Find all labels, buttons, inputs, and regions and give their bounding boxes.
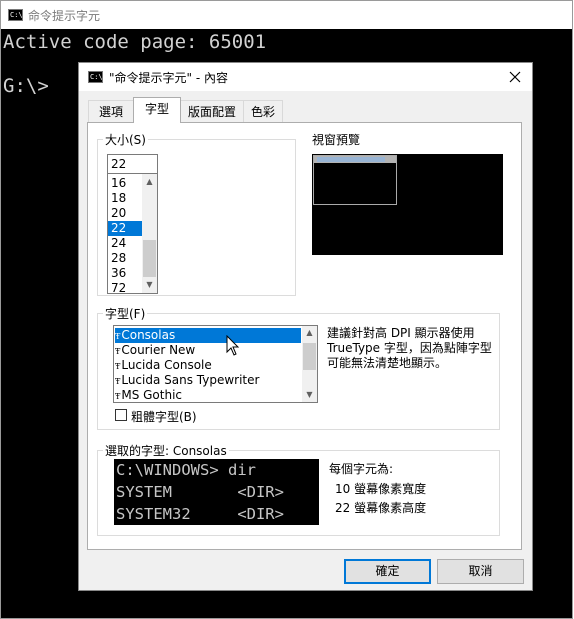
font-option-label: Lucida Sans Typewriter [121,373,260,387]
size-option[interactable]: 72 [108,281,142,293]
font-option-selected[interactable]: ŦConsolas [115,328,301,343]
close-button[interactable] [500,65,530,89]
command-prompt-icon: C:\ [8,9,23,21]
font-option[interactable]: ŦLucida Console [115,358,301,373]
scrollbar-thumb[interactable] [303,343,316,370]
font-option-label: Courier New [121,343,196,357]
size-option-selected[interactable]: 22 [108,221,142,236]
size-group-label: 大小(S) [103,131,148,148]
truetype-icon: Ŧ [115,362,121,371]
console-line: Active code page: 65001 [3,31,267,53]
mouse-pointer-icon [226,335,240,356]
scrollbar-thumb[interactable] [143,240,156,277]
tab-options[interactable]: 選項 [88,100,134,122]
selected-font-label: 選取的字型: Consolas [103,442,229,459]
tab-layout[interactable]: 版面配置 [180,100,244,122]
preview-window-frame [313,155,397,205]
font-option[interactable]: ŦMS Gothic [115,388,301,402]
char-height-text: 22 螢幕像素高度 [335,501,427,515]
dialog-title: "命令提示字元" - 內容 [109,71,228,85]
tab-font[interactable]: 字型 [133,97,181,123]
tab-colors[interactable]: 色彩 [243,100,283,122]
sample-line: SYSTEM32 <DIR> [116,505,284,523]
size-option[interactable]: 20 [108,206,142,221]
bold-font-checkbox[interactable] [115,409,127,421]
ok-button[interactable]: 確定 [344,559,431,584]
window-preview-label: 視窗預覽 [312,133,361,147]
size-option[interactable]: 28 [108,251,142,266]
font-option[interactable]: ŦLucida Sans Typewriter [115,373,301,388]
console-prompt: G:\> [3,75,49,97]
truetype-icon: Ŧ [115,347,121,356]
sample-line: C:\WINDOWS> dir [116,461,256,479]
command-prompt-icon: C:\ [88,71,103,83]
size-option[interactable]: 24 [108,236,142,251]
char-size-title: 每個字元為: [329,462,394,476]
cancel-button[interactable]: 取消 [437,559,524,584]
font-option-label: MS Gothic [121,388,183,402]
font-list[interactable]: ŦConsolas ŦCourier New ŦLucida Console Ŧ… [113,325,318,403]
chevron-up-icon[interactable]: ▲ [302,328,317,337]
truetype-icon: Ŧ [115,332,121,341]
properties-dialog: C:\ "命令提示字元" - 內容 選項 字型 版面配置 色彩 大小(S) 22… [78,62,533,591]
sample-line: SYSTEM <DIR> [116,483,284,501]
preview-window-titlebar [314,156,396,163]
bold-font-label[interactable]: 粗體字型(B) [131,408,197,425]
font-option[interactable]: ŦCourier New [115,343,301,358]
font-size-list[interactable]: 16 18 20 22 24 28 36 72 ▲ ▼ [107,174,158,294]
font-option-label: Lucida Console [121,358,212,372]
font-size-input[interactable]: 22 [107,154,158,174]
font-option-label: Consolas [121,328,176,342]
dialog-titlebar[interactable]: C:\ "命令提示字元" - 內容 [79,63,532,91]
truetype-icon: Ŧ [115,392,121,401]
chevron-up-icon[interactable]: ▲ [142,177,157,186]
close-icon [509,71,521,83]
font-group-label: 字型(F) [103,305,148,322]
truetype-icon: Ŧ [115,377,121,386]
char-width-text: 10 螢幕像素寬度 [335,482,427,496]
chevron-down-icon[interactable]: ▼ [302,390,317,399]
font-list-scrollbar[interactable]: ▲ ▼ [302,326,317,402]
size-option[interactable]: 18 [108,191,142,206]
console-titlebar[interactable]: C:\ 命令提示字元 [1,1,572,29]
size-option[interactable]: 36 [108,266,142,281]
font-sample-preview: C:\WINDOWS> dir SYSTEM <DIR> SYSTEM32 <D… [114,459,319,525]
chevron-down-icon[interactable]: ▼ [142,280,157,289]
font-info-line: 可能無法清楚地顯示。 [327,356,448,370]
console-title: 命令提示字元 [28,9,101,23]
size-list-scrollbar[interactable]: ▲ ▼ [142,174,157,293]
size-option[interactable]: 16 [108,176,142,191]
